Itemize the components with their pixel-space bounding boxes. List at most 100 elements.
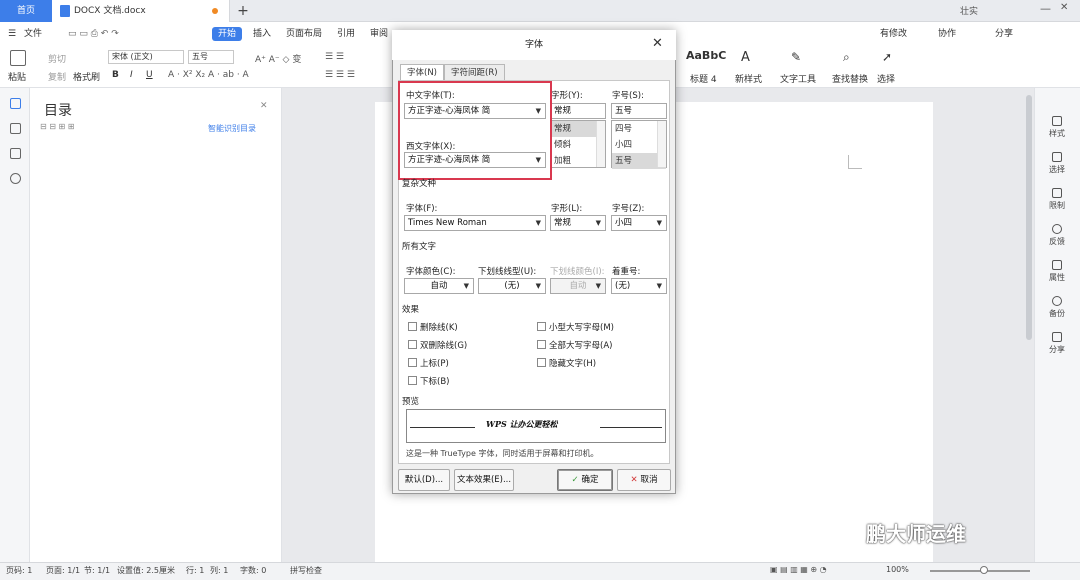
- all-caps-label: 全部大写字母(A): [549, 341, 613, 351]
- restrict-button[interactable]: 限制: [1034, 188, 1080, 211]
- underline-style-select[interactable]: (无) ▼: [478, 278, 546, 294]
- ribbon-tab-home[interactable]: 开始: [212, 27, 243, 41]
- complex-size-select[interactable]: 小四 ▼: [611, 215, 667, 231]
- list-icons[interactable]: ☰ ☰: [325, 52, 344, 62]
- cancel-button[interactable]: ✕ 取消: [617, 469, 671, 491]
- style-preview[interactable]: AaBbC: [686, 49, 726, 73]
- cursor-icon[interactable]: ➚: [882, 50, 892, 64]
- preview-heading: 预览: [402, 397, 420, 407]
- new-tab-button[interactable]: +: [234, 0, 252, 22]
- subscript-checkbox[interactable]: [408, 376, 417, 385]
- has-changes-button[interactable]: 有修改: [880, 27, 907, 41]
- grow-font-icon[interactable]: A⁺ A⁻ ◇ 变: [255, 52, 301, 65]
- complex-size-label: 字号(Z):: [612, 204, 645, 214]
- bold-button[interactable]: B: [112, 70, 119, 80]
- text-effects-button[interactable]: 文本效果(E)...: [454, 469, 514, 491]
- bookmark-icon[interactable]: [10, 148, 21, 159]
- superscript-label: 上标(P): [420, 359, 449, 369]
- listbox-scrollbar[interactable]: [657, 121, 666, 167]
- toc-icon[interactable]: [10, 98, 21, 109]
- small-caps-checkbox[interactable]: [537, 322, 546, 331]
- zoom-slider-thumb[interactable]: [980, 566, 988, 574]
- size-label: 字号(S):: [612, 91, 644, 101]
- ribbon-tab-layout[interactable]: 页面布局: [286, 27, 322, 41]
- account-name[interactable]: 壮实: [960, 4, 978, 17]
- complex-style-select[interactable]: 常规 ▼: [550, 215, 606, 231]
- share-panel-button[interactable]: 分享: [1034, 332, 1080, 355]
- ribbon-tab-references[interactable]: 引用: [337, 27, 355, 41]
- size-input[interactable]: 五号: [611, 103, 667, 119]
- quick-access-icons[interactable]: ▭ ▭ ⎙ ↶ ↷: [68, 27, 119, 41]
- copy-button[interactable]: 复制: [48, 70, 66, 83]
- status-words: 字数: 0: [240, 566, 267, 575]
- paste-icon[interactable]: [10, 50, 26, 66]
- backup-button[interactable]: 备份: [1034, 296, 1080, 319]
- subscript-label: 下标(B): [420, 377, 450, 387]
- text-tools-button[interactable]: 文字工具: [780, 72, 816, 85]
- tab-document[interactable]: DOCX 文档.docx: [52, 0, 230, 22]
- file-menu[interactable]: 文件: [24, 27, 42, 41]
- listbox-scrollbar[interactable]: [596, 121, 605, 167]
- strikethrough-checkbox[interactable]: [408, 322, 417, 331]
- tab-font[interactable]: 字体(N): [400, 64, 444, 81]
- tab-home[interactable]: 首页: [0, 0, 52, 22]
- search-icon[interactable]: ⌕: [843, 50, 850, 65]
- underline-button[interactable]: U: [146, 70, 153, 80]
- close-window-icon[interactable]: ✕: [1060, 2, 1068, 13]
- share-button[interactable]: 分享: [995, 27, 1013, 41]
- emphasis-select[interactable]: (无) ▼: [611, 278, 667, 294]
- ok-button[interactable]: ✓ 确定: [557, 469, 613, 491]
- font-color-select[interactable]: 自动 ▼: [404, 278, 474, 294]
- spell-check-button[interactable]: 拼写检查: [290, 565, 322, 576]
- underline-color-select[interactable]: 自动 ▼: [550, 278, 606, 294]
- toc-title: 目录: [44, 103, 72, 119]
- ribbon-tab-insert[interactable]: 插入: [253, 27, 271, 41]
- zoom-level[interactable]: 100%: [886, 565, 909, 574]
- view-mode-icons[interactable]: ▣ ▤ ▥ ▦ ⊕ ◔: [770, 565, 827, 574]
- find-replace-button[interactable]: 查找替换: [832, 72, 868, 85]
- pages-icon[interactable]: [10, 123, 21, 134]
- style-listbox[interactable]: 常规 倾斜 加粗: [550, 120, 606, 168]
- highlight-box: [398, 81, 552, 180]
- complex-font-select[interactable]: Times New Roman ▼: [404, 215, 546, 231]
- hidden-text-checkbox[interactable]: [537, 358, 546, 367]
- select-button[interactable]: 选择: [877, 72, 895, 85]
- new-style-button[interactable]: 新样式: [735, 72, 762, 85]
- find-icon[interactable]: [10, 173, 21, 184]
- smart-toc-button[interactable]: 智能识别目录: [208, 123, 256, 134]
- cross-icon: ✕: [630, 475, 641, 485]
- underline-style-label: 下划线线型(U):: [478, 267, 537, 277]
- complex-font-label: 字体(F):: [406, 204, 438, 214]
- dialog-close-icon[interactable]: ✕: [652, 36, 663, 51]
- font-size-select[interactable]: 五号: [188, 50, 234, 64]
- select-panel-button[interactable]: 选择: [1034, 152, 1080, 175]
- font-format-icons[interactable]: A · X² X₂ A · ab · A: [168, 70, 249, 80]
- style-name[interactable]: 标题 4: [690, 72, 717, 85]
- feedback-button[interactable]: 反馈: [1034, 224, 1080, 247]
- styles-button[interactable]: 样式: [1034, 116, 1080, 139]
- style-input[interactable]: 常规: [550, 103, 606, 119]
- align-icons[interactable]: ☰ ☰ ☰: [325, 70, 355, 80]
- properties-button[interactable]: 属性: [1034, 260, 1080, 283]
- ribbon-tab-review[interactable]: 审阅: [370, 27, 388, 41]
- double-strikethrough-checkbox[interactable]: [408, 340, 417, 349]
- italic-button[interactable]: I: [130, 70, 133, 80]
- menu-icon[interactable]: ☰: [8, 27, 16, 41]
- cut-button[interactable]: 剪切: [48, 52, 66, 65]
- toc-level-icons[interactable]: ⊟ ⊟ ⊞ ⊞: [40, 122, 74, 131]
- size-listbox[interactable]: 四号 小四 五号: [611, 120, 667, 169]
- new-style-icon[interactable]: A: [741, 50, 750, 65]
- close-toc-icon[interactable]: ✕: [260, 101, 268, 111]
- superscript-checkbox[interactable]: [408, 358, 417, 367]
- wrench-icon[interactable]: ✎: [791, 50, 801, 64]
- paste-button[interactable]: 粘贴: [8, 70, 26, 83]
- minimize-icon[interactable]: —: [1040, 2, 1051, 15]
- tab-char-spacing[interactable]: 字符间距(R): [444, 64, 505, 81]
- font-name-select[interactable]: 宋体 (正文): [108, 50, 184, 64]
- vertical-scrollbar[interactable]: [1026, 95, 1032, 340]
- default-button[interactable]: 默认(D)...: [398, 469, 450, 491]
- all-caps-checkbox[interactable]: [537, 340, 546, 349]
- collaborate-button[interactable]: 协作: [938, 27, 956, 41]
- format-painter-button[interactable]: 格式刷: [73, 70, 100, 83]
- style-label: 字形(Y):: [551, 91, 583, 101]
